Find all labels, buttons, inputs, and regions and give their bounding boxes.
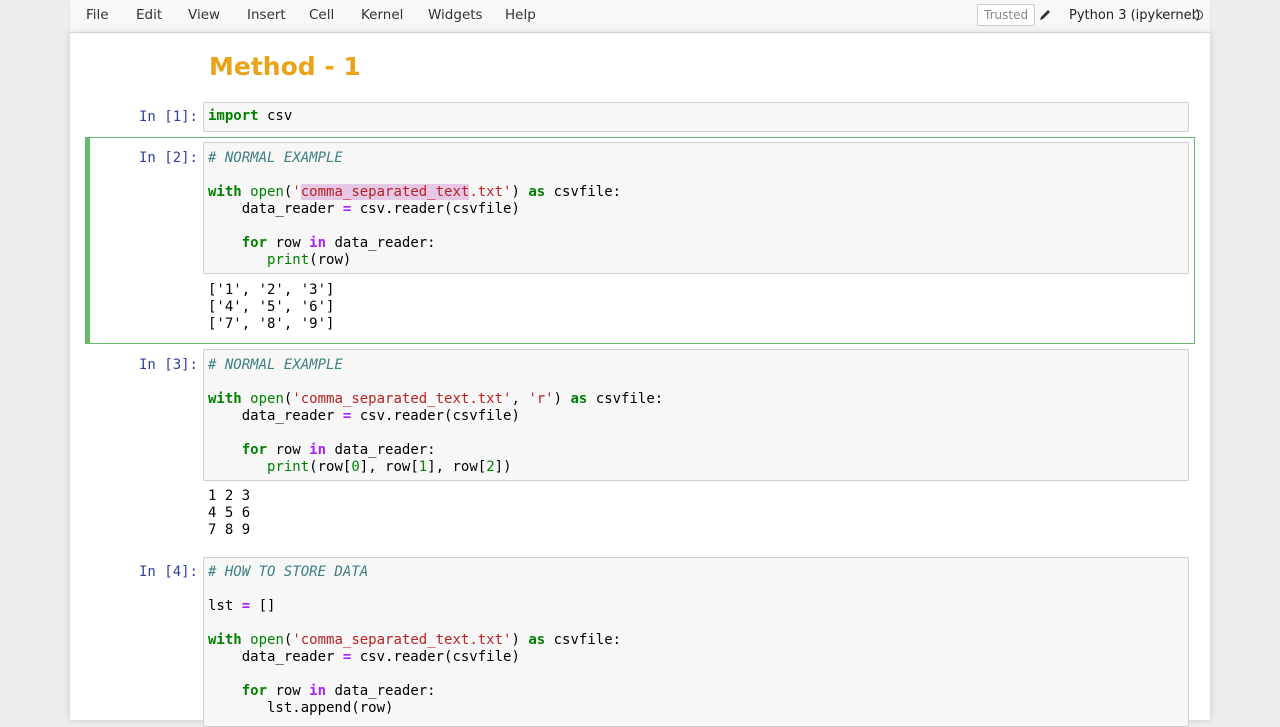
code-cell-source: # NORMAL EXAMPLE with open('comma_separa… <box>208 357 664 475</box>
code-cell-source: # NORMAL EXAMPLE with open('comma_separa… <box>208 150 622 268</box>
trusted-badge[interactable]: Trusted <box>977 4 1036 26</box>
menu-view[interactable]: View <box>188 7 220 23</box>
menu-widgets[interactable]: Widgets <box>428 7 483 23</box>
menu-kernel[interactable]: Kernel <box>361 7 403 23</box>
code-cell-source: # HOW TO STORE DATA lst = [] with open('… <box>208 564 622 716</box>
cell-prompt: In [3]: <box>138 357 198 373</box>
menu-edit[interactable]: Edit <box>136 7 162 23</box>
menu-cell[interactable]: Cell <box>309 7 334 23</box>
markdown-heading: Method - 1 <box>209 52 361 81</box>
code-cell-source: import csv <box>208 108 293 124</box>
cell-prompt: In [4]: <box>138 564 198 580</box>
kernel-status-icon <box>1193 10 1203 20</box>
code-cell-input[interactable] <box>203 102 1189 132</box>
cell-output: ['1', '2', '3'] ['4', '5', '6'] ['7', '8… <box>208 282 335 332</box>
cell-prompt: In [1]: <box>138 109 198 125</box>
cell-output: 1 2 3 4 5 6 7 8 9 <box>208 488 251 538</box>
kernel-name: Python 3 (ipykernel) <box>1069 8 1201 23</box>
pencil-icon[interactable] <box>1038 8 1052 22</box>
menu-file[interactable]: File <box>86 7 109 23</box>
menu-help[interactable]: Help <box>505 7 536 23</box>
cell-prompt: In [2]: <box>138 150 198 166</box>
menu-insert[interactable]: Insert <box>247 7 286 23</box>
